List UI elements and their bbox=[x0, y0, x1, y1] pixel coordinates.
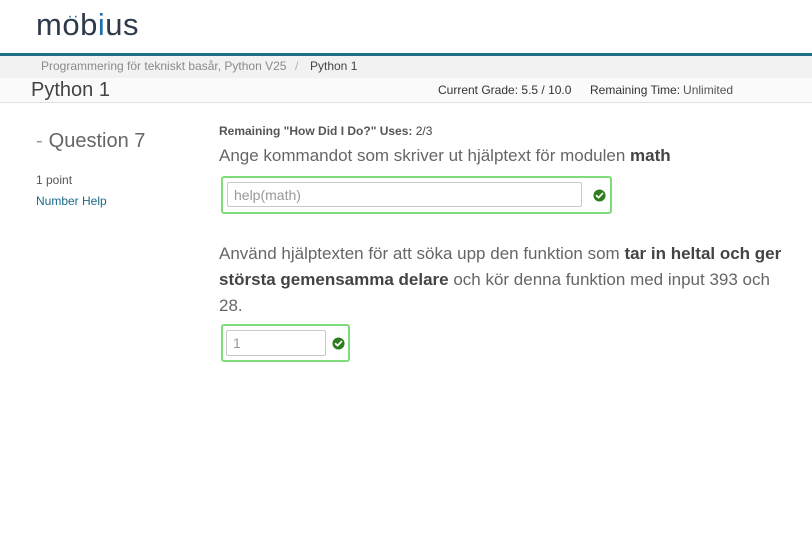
breadcrumb-separator: / bbox=[295, 59, 299, 73]
checkmark-circle-icon bbox=[593, 189, 606, 202]
answer-box-2 bbox=[221, 324, 350, 362]
question-part2-text: Använd hjälptexten för att söka upp den … bbox=[219, 244, 782, 315]
assignment-bar: Python 1 Current Grade: 5.5 / 10.0 Remai… bbox=[0, 78, 812, 103]
collapse-dash[interactable]: - bbox=[36, 130, 43, 152]
number-help-link[interactable]: Number Help bbox=[36, 194, 107, 208]
question-number: - Question 7 bbox=[36, 130, 146, 152]
how-did-i-do-uses: Remaining "How Did I Do?" Uses: 2/3 bbox=[219, 124, 433, 138]
app-header: m ·· obius bbox=[0, 0, 812, 53]
checkmark-circle-icon bbox=[332, 337, 345, 350]
breadcrumb: Programmering för tekniskt basår, Python… bbox=[0, 56, 812, 79]
answer-input-1[interactable] bbox=[227, 182, 582, 207]
question-points: 1 point bbox=[36, 173, 73, 187]
answer-input-2[interactable] bbox=[226, 330, 326, 356]
breadcrumb-current: Python 1 bbox=[310, 59, 358, 73]
question-part1-text: Ange kommandot som skriver ut hjälptext … bbox=[219, 146, 671, 165]
page-title: Python 1 bbox=[31, 79, 110, 101]
mobius-logo[interactable]: m ·· obius bbox=[36, 7, 139, 43]
logo-umlaut: ·· bbox=[67, 8, 79, 25]
breadcrumb-course-link[interactable]: Programmering för tekniskt basår, Python… bbox=[41, 59, 286, 73]
answer-box-1 bbox=[221, 176, 612, 214]
current-grade: Current Grade: 5.5 / 10.0 bbox=[438, 83, 572, 97]
remaining-time: Remaining Time: Unlimited bbox=[590, 83, 734, 97]
